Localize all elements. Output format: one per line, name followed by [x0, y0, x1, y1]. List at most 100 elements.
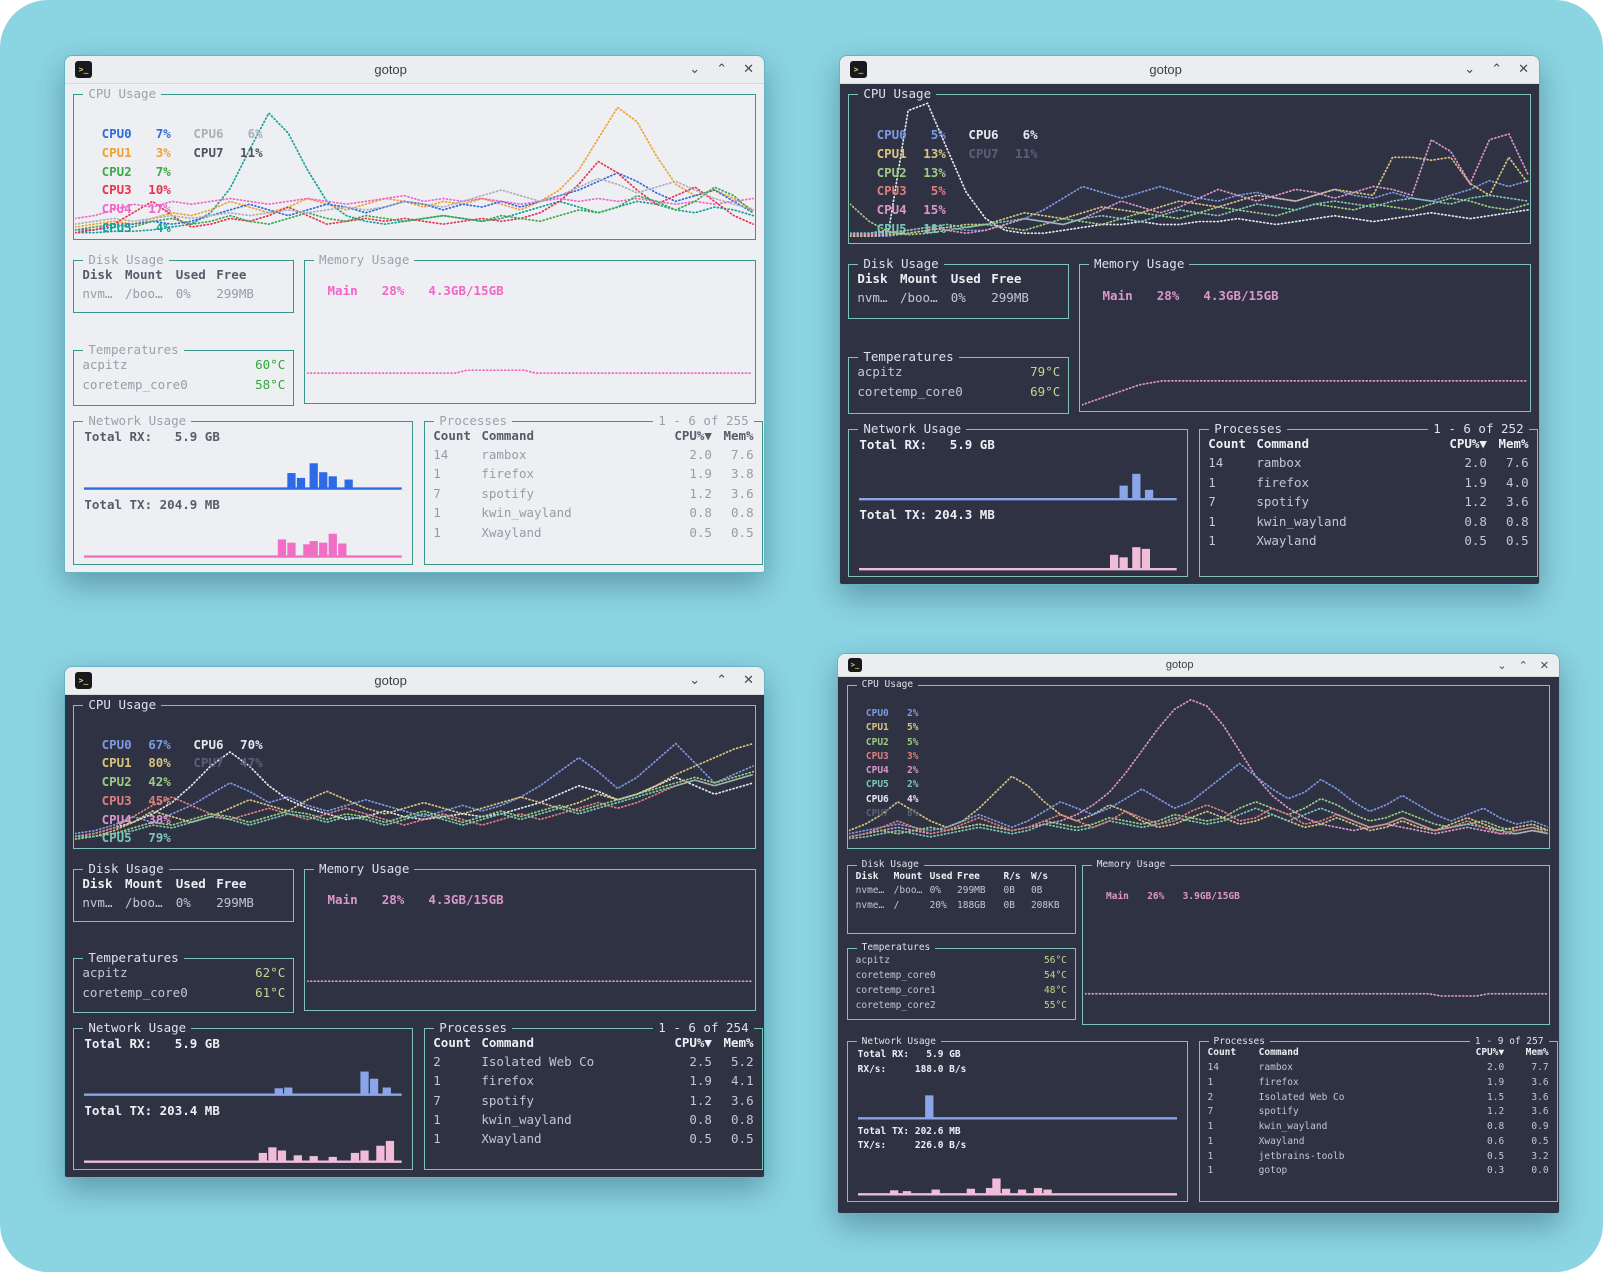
- process-row[interactable]: 14rambox2.07.7: [1208, 1061, 1549, 1076]
- process-row[interactable]: 1Xwayland0.50.5: [433, 1129, 753, 1148]
- network-rx-chart: [859, 455, 1177, 502]
- disk-table: DiskMountUsedFreenvm…/boo…0%299MB: [82, 265, 285, 309]
- temperature-row: acpitz79°C: [857, 362, 1060, 382]
- window-titlebar[interactable]: >_ gotop ⌄ ⌃ ✕: [65, 667, 764, 695]
- close-button[interactable]: ✕: [1540, 660, 1549, 671]
- process-row[interactable]: 2Isolated Web Co1.53.6: [1208, 1091, 1549, 1106]
- cpu-legend-item: CPU113%: [877, 145, 946, 164]
- disk-table-header: DiskMountUsedFreeR/sW/s: [856, 870, 1067, 885]
- close-button[interactable]: ✕: [743, 63, 754, 76]
- cpu-usage-panel: CPU UsageCPU067%CPU180%CPU242%CPU345%CPU…: [73, 705, 755, 850]
- window-title: gotop: [100, 673, 681, 688]
- network-tx-chart: [858, 1153, 1178, 1197]
- gotop-window-1: >_gotop⌄⌃✕CPU UsageCPU07%CPU13%CPU27%CPU…: [64, 55, 765, 573]
- window-titlebar[interactable]: >_gotop⌄⌃✕: [65, 56, 764, 84]
- process-row[interactable]: 1jetbrains-toolb0.53.2: [1208, 1150, 1549, 1165]
- terminal-icon: >_: [75, 672, 92, 689]
- cpu-legend: CPU66%CPU711%: [968, 126, 1037, 164]
- cpu-usage-panel: CPU UsageCPU05%CPU113%CPU213%CPU35%CPU41…: [848, 94, 1530, 244]
- maximize-button[interactable]: ⌃: [716, 674, 727, 687]
- network-inner: Total RX: 5.9 GB Total TX: 204.3 MB: [859, 436, 1177, 572]
- disk-table-header: DiskMountUsedFree: [82, 874, 285, 893]
- process-row[interactable]: 2Isolated Web Co2.55.2: [433, 1052, 753, 1071]
- terminal-content: CPU UsageCPU05%CPU113%CPU213%CPU35%CPU41…: [840, 84, 1539, 584]
- cpu-legend-item: CPU067%: [102, 736, 171, 755]
- window-titlebar[interactable]: >_gotop⌄⌃✕: [840, 56, 1539, 84]
- process-row[interactable]: 1firefox1.94.0: [1208, 473, 1528, 492]
- temperature-row: coretemp_core061°C: [82, 983, 285, 1003]
- close-button[interactable]: ✕: [743, 674, 754, 687]
- network-usage-panel: Network UsageTotal RX: 5.9 GBTotal TX: 2…: [73, 421, 413, 565]
- minimize-button[interactable]: ⌄: [689, 674, 700, 687]
- window-title: gotop: [875, 62, 1456, 77]
- cpu-legend-item: CPU417%: [102, 200, 171, 219]
- process-row[interactable]: 7spotify1.23.6: [433, 484, 753, 503]
- process-row[interactable]: 1kwin_wayland0.80.8: [433, 503, 753, 522]
- process-row[interactable]: 14rambox2.07.6: [1208, 453, 1528, 472]
- cpu-legend-item: CPU07%: [102, 125, 171, 144]
- terminal-content: CPU UsageCPU02%CPU15%CPU25%CPU33%CPU42%C…: [838, 677, 1559, 1213]
- process-row[interactable]: 1firefox1.93.8: [433, 464, 753, 483]
- cpu-legend: CPU02%CPU15%CPU25%CPU33%CPU42%CPU52%CPU6…: [866, 707, 919, 821]
- process-row[interactable]: 7spotify1.23.6: [1208, 1105, 1549, 1120]
- memory-label: Main28%4.3GB/15GB: [328, 283, 528, 298]
- temperatures-panel: Temperaturesacpitz60°Ccoretemp_core058°C: [73, 350, 294, 406]
- temperatures-table: acpitz60°Ccoretemp_core058°C: [82, 355, 285, 401]
- maximize-button[interactable]: ⌃: [716, 63, 727, 76]
- process-row[interactable]: 1firefox1.94.1: [433, 1071, 753, 1090]
- disk-usage-panel: Disk UsageDiskMountUsedFreeR/sW/snvme…/b…: [847, 865, 1076, 935]
- gotop-window-3: >_ gotop ⌄ ⌃ ✕ CPU UsageCPU067%CPU180%CPU242%…: [64, 666, 765, 1178]
- temperature-row: coretemp_core058°C: [82, 375, 285, 395]
- disk-table-row: nvme…/boo…0%299MB0B0B: [856, 884, 1067, 899]
- temperatures-panel: Temperaturesacpitz79°Ccoretemp_core069°C: [848, 357, 1069, 415]
- network-rx-chart: [84, 446, 402, 491]
- network-usage-panel: Network UsageTotal RX: 5.9 GBTotal TX: 2…: [848, 429, 1188, 577]
- close-button[interactable]: ✕: [1518, 63, 1529, 76]
- processes-header: CountCommandCPU%▼Mem%: [433, 426, 753, 445]
- window-buttons: ⌄ ⌃ ✕: [1497, 660, 1549, 671]
- cpu-legend-item: CPU242%: [102, 773, 171, 792]
- temperature-row: coretemp_core255°C: [856, 998, 1067, 1013]
- network-tx-label: Total TX: 204.3 MB: [859, 506, 1177, 525]
- memory-chart: [306, 302, 754, 401]
- window-titlebar[interactable]: >_gotop⌄⌃✕: [838, 654, 1559, 677]
- cpu-legend-item: CPU213%: [877, 164, 946, 183]
- processes-header: CountCommandCPU%▼Mem%: [433, 1033, 753, 1052]
- cpu-legend-item: CPU670%: [193, 736, 262, 755]
- process-row[interactable]: 7spotify1.23.6: [1208, 492, 1528, 511]
- temperatures-panel: Temperaturesacpitz62°Ccoretemp_core061°C: [73, 958, 294, 1013]
- process-row[interactable]: 1kwin_wayland0.80.9: [1208, 1120, 1549, 1135]
- processes-header: CountCommandCPU%▼Mem%: [1208, 434, 1528, 453]
- minimize-button[interactable]: ⌄: [1497, 660, 1506, 671]
- terminal-content: CPU UsageCPU067%CPU180%CPU242%CPU345%CPU…: [65, 695, 764, 1177]
- temperatures-panel: Temperaturesacpitz56°Ccoretemp_core054°C…: [847, 948, 1076, 1020]
- maximize-button[interactable]: ⌃: [1519, 660, 1528, 671]
- minimize-button[interactable]: ⌄: [689, 63, 700, 76]
- network-tx-label: Total TX: 202.6 MB: [858, 1125, 1178, 1139]
- process-row[interactable]: 1Xwayland0.50.5: [1208, 531, 1528, 550]
- network-rx-chart: [84, 1053, 402, 1097]
- process-row[interactable]: 14rambox2.07.6: [433, 445, 753, 464]
- cpu-legend-item: CPU66%: [968, 126, 1037, 145]
- minimize-button[interactable]: ⌄: [1464, 63, 1475, 76]
- cpu-legend-item: CPU747%: [193, 754, 262, 773]
- cpu-legend-item: CPU13%: [102, 144, 171, 163]
- process-row[interactable]: 1kwin_wayland0.80.8: [433, 1110, 753, 1129]
- network-usage-panel: Network UsageTotal RX: 5.9 GBTotal TX: 2…: [73, 1028, 413, 1170]
- process-row[interactable]: 1gotop0.30.0: [1208, 1164, 1549, 1179]
- maximize-button[interactable]: ⌃: [1491, 63, 1502, 76]
- disk-table-row: nvme…/20%188GB0B208KB: [856, 899, 1067, 914]
- network-rx-label: Total RX: 5.9 GB: [859, 436, 1177, 455]
- temperatures-table: acpitz62°Ccoretemp_core061°C: [82, 963, 285, 1008]
- memory-chart: [1084, 912, 1549, 1023]
- network-tx-chart: [84, 514, 402, 559]
- process-row[interactable]: 1firefox1.93.6: [1208, 1076, 1549, 1091]
- process-row[interactable]: 7spotify1.23.6: [433, 1091, 753, 1110]
- network-rx-label: Total RX: 5.9 GB: [84, 428, 402, 447]
- network-rx-chart: [858, 1077, 1178, 1121]
- process-row[interactable]: 1kwin_wayland0.80.8: [1208, 512, 1528, 531]
- cpu-chart: [849, 687, 1549, 846]
- cpu-legend-item: CPU711%: [193, 144, 262, 163]
- process-row[interactable]: 1Xwayland0.60.5: [1208, 1135, 1549, 1150]
- process-row[interactable]: 1Xwayland0.50.5: [433, 523, 753, 542]
